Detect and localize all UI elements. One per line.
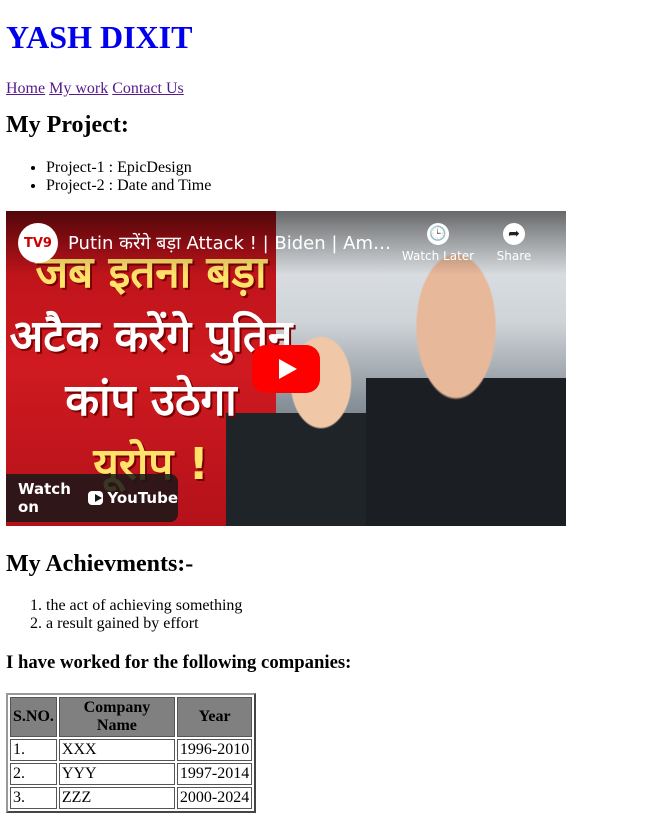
nav-link-home[interactable]: Home bbox=[6, 80, 45, 97]
table-cell: 1996-2010 bbox=[176, 739, 253, 761]
thumbnail-person-right bbox=[366, 241, 566, 526]
nav-link-my-work[interactable]: My work bbox=[49, 80, 108, 97]
share-button[interactable]: ➦ Share bbox=[486, 223, 542, 263]
list-item: a result gained by effort bbox=[46, 615, 670, 633]
companies-heading: I have worked for the following companie… bbox=[6, 652, 352, 673]
list-item: the act of achieving something bbox=[46, 597, 670, 615]
share-label: Share bbox=[496, 249, 532, 263]
table-cell: YYY bbox=[58, 763, 175, 785]
column-header: Year bbox=[176, 697, 253, 737]
column-header: S.NO. bbox=[10, 697, 57, 737]
companies-table: S.NO. Company Name Year 1. XXX 1996-2010… bbox=[6, 693, 257, 813]
nav-bar: Home My work Contact Us bbox=[6, 79, 670, 99]
watch-later-label: Watch Later bbox=[401, 249, 475, 263]
watch-on-youtube-button[interactable]: Watch on YouTube bbox=[6, 474, 178, 522]
table-row: 1. XXX 1996-2010 bbox=[10, 739, 253, 761]
page-title: YASH DIXIT bbox=[6, 19, 193, 55]
page: YASH DIXIT Home My work Contact Us My Pr… bbox=[0, 18, 670, 813]
table-cell: XXX bbox=[58, 739, 175, 761]
list-item: Project-2 : Date and Time bbox=[46, 177, 670, 195]
table-cell: 1. bbox=[10, 739, 57, 761]
table-row: 2. YYY 1997-2014 bbox=[10, 763, 253, 785]
video-title[interactable]: Putin करेंगे बड़ा Attack ! | Biden | Ame… bbox=[68, 231, 398, 255]
column-header: Company Name bbox=[58, 697, 175, 737]
projects-heading: My Project: bbox=[6, 112, 129, 138]
table-cell: 2. bbox=[10, 763, 57, 785]
youtube-logo-icon bbox=[88, 491, 104, 505]
youtube-label: YouTube bbox=[107, 489, 178, 507]
nav-link-contact-us[interactable]: Contact Us bbox=[112, 80, 184, 97]
table-cell: 3. bbox=[10, 787, 57, 809]
achievements-heading: My Achievments:- bbox=[6, 551, 194, 577]
table-cell: 1997-2014 bbox=[176, 763, 253, 785]
channel-logo-icon[interactable]: TV9 bbox=[18, 223, 58, 263]
youtube-embed[interactable]: जब इतना बड़ा अटैक करेंगे पुतिन कांप उठेग… bbox=[6, 211, 566, 526]
watch-on-label: Watch on bbox=[18, 480, 71, 516]
achievement-list: the act of achieving something a result … bbox=[6, 597, 670, 633]
table-row: 3. ZZZ 2000-2024 bbox=[10, 787, 253, 809]
table-cell: 2000-2024 bbox=[176, 787, 253, 809]
list-item: Project-1 : EpicDesign bbox=[46, 159, 670, 177]
watch-later-button[interactable]: 🕒 Watch Later bbox=[400, 223, 476, 263]
table-header-row: S.NO. Company Name Year bbox=[10, 697, 253, 737]
project-list: Project-1 : EpicDesign Project-2 : Date … bbox=[6, 159, 670, 195]
table-cell: ZZZ bbox=[58, 787, 175, 809]
play-button[interactable] bbox=[252, 345, 320, 393]
share-icon: ➦ bbox=[503, 223, 525, 245]
clock-icon: 🕒 bbox=[427, 223, 449, 245]
